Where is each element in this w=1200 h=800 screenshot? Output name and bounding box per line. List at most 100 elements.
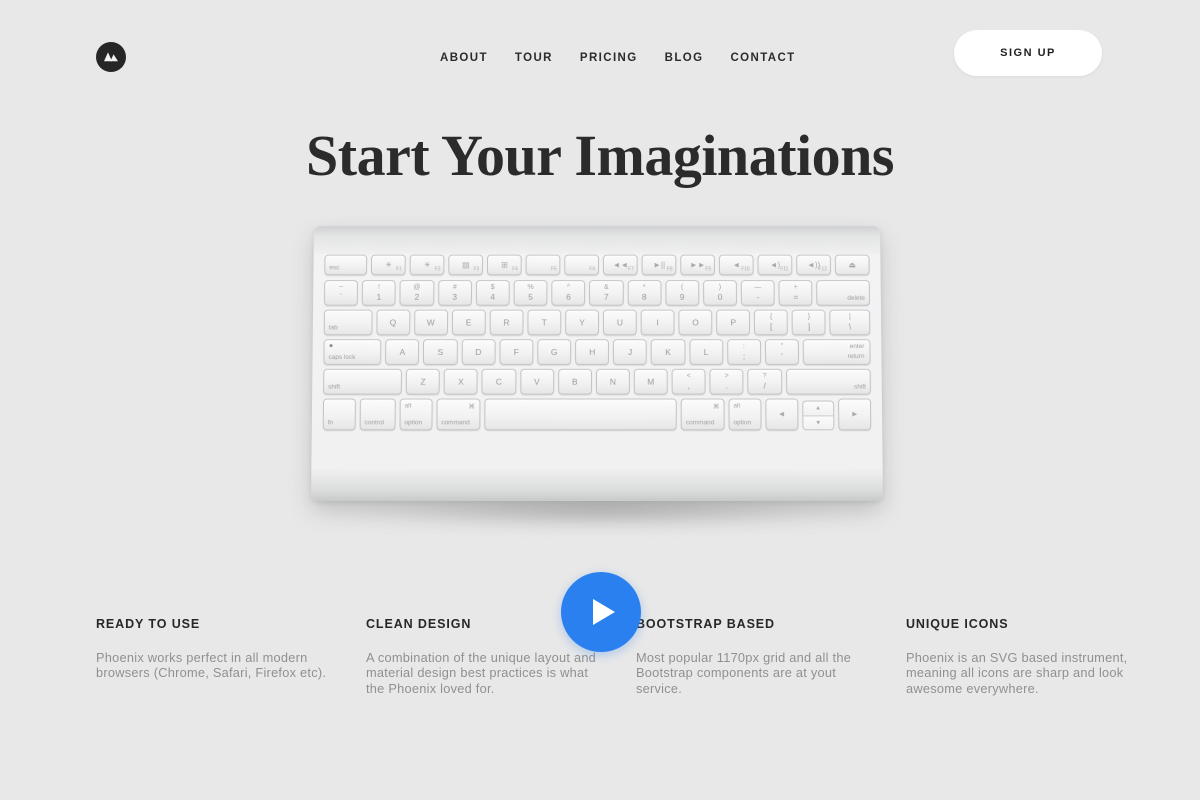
key-o: O <box>678 309 713 336</box>
keyboard-row: esc ☀ F1 ☀ F2 ▤ F3 ⊞ F4 F5 F6 ◄◄ F7 ►|| F8 ►► F9 ◄ F10 ◄) F1… <box>324 254 870 276</box>
key-/: ? / <box>747 368 782 395</box>
play-triangle-icon <box>586 597 617 627</box>
key-f11: ◄) F11 <box>757 254 793 276</box>
feature-title: READY TO USE <box>96 617 201 631</box>
key-f10: ◄ F10 <box>718 254 754 276</box>
key-;: :; <box>726 339 762 365</box>
feature-bootstrap-based: BOOTSTRAP BASED Most popular 1170px grid… <box>636 618 906 697</box>
keyboard-row: fn control alt option ⌘ command ⌘ command alt opt… <box>322 398 872 431</box>
key-arrow-left: ◄ <box>765 398 799 431</box>
key-,: <, <box>671 368 706 395</box>
key-8: * 8 <box>627 280 662 306</box>
key-tab: tab <box>323 309 373 336</box>
key-7: & 7 <box>589 280 624 306</box>
key-j: J <box>613 339 648 365</box>
key-=: + = <box>778 280 813 306</box>
key-i: I <box>640 309 675 336</box>
key-f5: F5 <box>525 254 561 276</box>
key-6: ^ 6 <box>551 280 586 306</box>
key-y: Y <box>565 309 599 336</box>
page-title: Start Your Imaginations <box>306 123 894 188</box>
key-4: $4 <box>475 280 510 306</box>
key-f4: ⊞ F4 <box>487 254 522 276</box>
key-b: B <box>557 368 592 395</box>
key-3: #3 <box>437 280 472 306</box>
key-t: T <box>527 309 562 336</box>
key-s: S <box>423 339 458 365</box>
nav-item-contact[interactable]: CONTACT <box>730 48 795 68</box>
play-video-button[interactable] <box>561 572 641 652</box>
key-n: N <box>595 368 630 395</box>
key-f2: ☀ F2 <box>409 254 445 276</box>
keyboard-row: shift Z X C V B N M <, >.? / shift <box>323 368 871 395</box>
key-f12: ◄)) F12 <box>796 254 832 276</box>
key-[: {[ <box>754 309 789 336</box>
key-control: control <box>359 398 396 431</box>
brand-logo[interactable] <box>96 42 126 72</box>
sign-up-button[interactable]: SIGN UP <box>954 30 1102 76</box>
key-f1: ☀ F1 <box>371 254 406 276</box>
key-]: }] <box>791 309 827 336</box>
mountain-logo-icon <box>103 51 119 63</box>
key-command: ⌘ command <box>680 398 725 431</box>
key-f9: ►► F9 <box>680 254 716 276</box>
key-': " ' <box>764 339 799 365</box>
nav-item-pricing[interactable]: PRICING <box>580 48 638 68</box>
key-p: P <box>716 309 751 336</box>
key-d: D <box>461 339 496 365</box>
key-return: enter return <box>802 339 871 365</box>
keyboard-keys: esc ☀ F1 ☀ F2 ▤ F3 ⊞ F4 F5 F6 ◄◄ F7 ►|| F8 ►► F9 ◄ F10 ◄) F1… <box>322 254 872 492</box>
hero-media: esc ☀ F1 ☀ F2 ▤ F3 ⊞ F4 F5 F6 ◄◄ F7 ►|| F8 ►► F9 ◄ F10 ◄) F1… <box>0 217 1200 652</box>
feature-body: Phoenix works perfect in all modern brow… <box>96 649 327 681</box>
keyboard-image: esc ☀ F1 ☀ F2 ▤ F3 ⊞ F4 F5 F6 ◄◄ F7 ►|| F8 ►► F9 ◄ F10 ◄) F1… <box>311 226 883 501</box>
nav-item-tour[interactable]: TOUR <box>515 48 553 68</box>
main-navigation: ABOUT TOUR PRICING BLOG CONTACT <box>440 48 796 68</box>
nav-item-about[interactable]: ABOUT <box>440 48 488 68</box>
key-f: F <box>499 339 534 365</box>
key-arrow-right: ► <box>838 398 872 431</box>
key-2: @2 <box>399 280 434 306</box>
key-f3: ▤ F3 <box>448 254 484 276</box>
key-9: (9 <box>665 280 700 306</box>
feature-body: Most popular 1170px grid and all the Boo… <box>636 649 852 696</box>
key-w: W <box>413 309 448 336</box>
key-1: ! 1 <box>361 280 397 306</box>
feature-ready-to-use: READY TO USE Phoenix works perfect in al… <box>96 618 366 697</box>
key-l: L <box>688 339 724 365</box>
key-h: H <box>575 339 610 365</box>
nav-item-blog[interactable]: BLOG <box>665 48 704 68</box>
key-caps-lock: caps lock <box>323 339 382 365</box>
key-c: C <box>481 368 516 395</box>
key-q: Q <box>375 309 410 336</box>
key--: — - <box>740 280 775 306</box>
key-f7: ◄◄ F7 <box>603 254 638 276</box>
key-m: M <box>633 368 668 395</box>
keyboard-row: caps lock A S D F G H J K L:; " ' enter return <box>323 339 871 365</box>
keyboard-row: tab Q W E R T Y U I O P{[}] | \ <box>323 309 871 336</box>
key-fn: fn <box>322 398 356 431</box>
key-space <box>483 398 677 431</box>
key-shift: shift <box>785 368 871 395</box>
key-.: >. <box>709 368 744 395</box>
key-0: ) 0 <box>702 280 738 306</box>
key-v: V <box>519 368 554 395</box>
feature-unique-icons: UNIQUE ICONS Phoenix is an SVG based ins… <box>906 618 1176 697</box>
key-option: alt option <box>728 398 762 431</box>
key-5: % 5 <box>513 280 548 306</box>
feature-body: A combination of the unique layout and m… <box>366 649 597 696</box>
key-fn: ⏏ <box>834 254 870 276</box>
key-delete: delete <box>816 280 870 306</box>
key-shift: shift <box>323 368 403 395</box>
keyboard-top-bevel <box>313 226 881 254</box>
key-x: X <box>443 368 478 395</box>
key-g: G <box>537 339 572 365</box>
key-option: alt option <box>399 398 433 431</box>
key-f8: ►|| F8 <box>641 254 677 276</box>
key-arrow-up-down: ▲ ▼ <box>801 399 835 431</box>
key-z: Z <box>405 368 441 395</box>
key-k: K <box>651 339 686 365</box>
key-f6: F6 <box>564 254 600 276</box>
key-\: | \ <box>829 309 871 336</box>
key-r: R <box>489 309 524 336</box>
site-header: ABOUT TOUR PRICING BLOG CONTACT SIGN UP <box>0 0 1200 114</box>
